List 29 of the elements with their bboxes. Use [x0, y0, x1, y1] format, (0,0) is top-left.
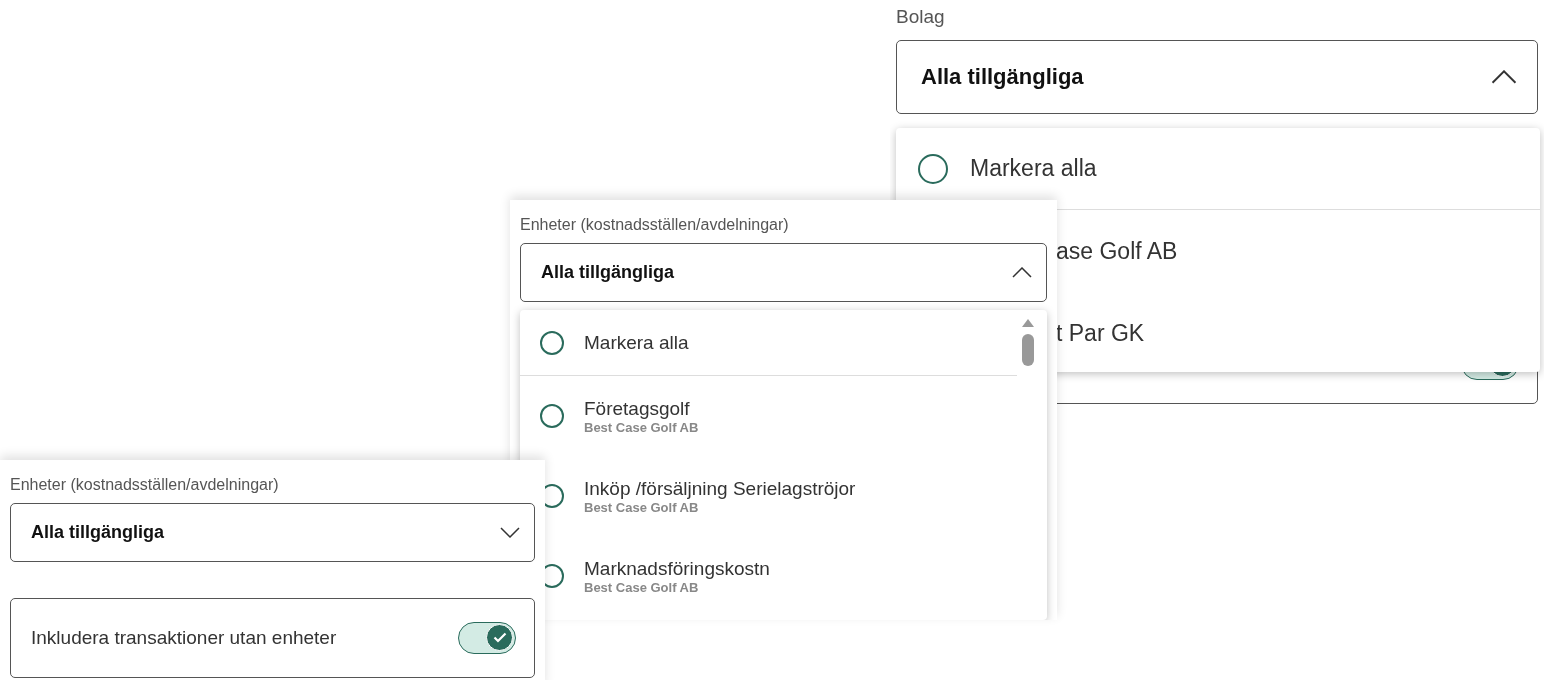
option-label: Markera alla: [970, 155, 1097, 182]
radio-button[interactable]: [540, 330, 564, 355]
option-sublabel: Best Case Golf AB: [584, 579, 700, 595]
scroll-up-icon[interactable]: [1021, 318, 1035, 328]
toggle-switch[interactable]: [458, 622, 516, 654]
field-label: Enheter (kostnadsställen/avdelningar): [10, 476, 280, 494]
dropdown-option[interactable]: Företagsgolf Best Case Golf AB: [520, 376, 1017, 456]
option-label: Markera alla: [584, 331, 689, 354]
toggle-label: Inkludera transaktioner utan enheter: [31, 627, 337, 649]
option-label: Marknadsföringskostn: [584, 557, 770, 580]
chevron-icon: [1012, 267, 1032, 278]
dropdown-option[interactable]: Markera alla: [520, 310, 1017, 376]
dropdown-select[interactable]: Alla tillgängliga: [520, 243, 1047, 302]
check-icon: [492, 632, 507, 643]
option-label: Företagsgolf: [584, 397, 691, 420]
option-label: Inköp /försäljning Serielagströjor: [584, 477, 856, 500]
option-sublabel: Best Case Golf AB: [584, 419, 699, 435]
option-label: t Par GK: [1056, 319, 1145, 347]
radio-button[interactable]: [918, 153, 948, 184]
chevron-icon: [1491, 70, 1517, 84]
dropdown-select[interactable]: Alla tillgängliga: [10, 503, 535, 562]
chevron-icon: [500, 527, 520, 538]
field-label: Bolag: [896, 6, 946, 28]
radio-button[interactable]: [540, 404, 564, 428]
dropdown-select[interactable]: Alla tillgängliga: [896, 40, 1538, 114]
scrollbar-thumb[interactable]: [1022, 334, 1034, 366]
field-label: Enheter (kostnadsställen/avdelningar): [520, 216, 790, 234]
option-label: ase Golf AB: [1056, 237, 1178, 265]
option-sublabel: Best Case Golf AB: [584, 499, 700, 515]
